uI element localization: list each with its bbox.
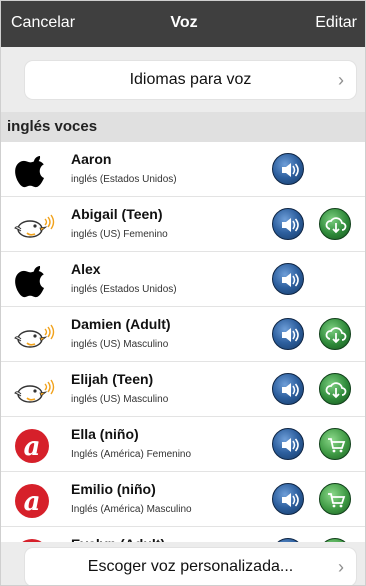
voice-description: inglés (US) Masculino — [71, 394, 169, 405]
voice-description: Inglés (América) Femenino — [71, 449, 192, 460]
choose-custom-voice-button[interactable]: Escoger voz personalizada... › — [25, 548, 356, 585]
voice-description: inglés (Estados Unidos) — [71, 284, 177, 295]
section-header: inglés voces — [1, 112, 365, 142]
play-sample-speaker-icon[interactable] — [272, 428, 304, 460]
voice-row[interactable]: aEvelyn (Adult) — [1, 527, 365, 542]
languages-for-voice-button[interactable]: Idiomas para voz › — [25, 61, 356, 99]
page-title: Voz — [170, 14, 198, 31]
apple-logo-icon — [13, 262, 55, 300]
voice-name: Alex — [71, 261, 101, 277]
voice-row[interactable]: Aaron inglés (Estados Unidos) — [1, 142, 365, 197]
voice-description: Inglés (América) Masculino — [71, 504, 192, 515]
play-sample-speaker-icon[interactable] — [272, 373, 304, 405]
custom-voice-area: Escoger voz personalizada... › — [1, 542, 365, 585]
acapela-logo-icon: a — [13, 482, 55, 520]
voice-description: inglés (US) Masculino — [71, 339, 169, 350]
play-sample-speaker-icon[interactable] — [272, 263, 304, 295]
chevron-right-icon: › — [338, 557, 344, 577]
voice-name: Aaron — [71, 151, 112, 167]
apple-logo-icon — [13, 152, 55, 190]
bird-logo-icon — [13, 372, 55, 410]
voice-row[interactable]: a Ella (niño) Inglés (América) Femenino — [1, 417, 365, 472]
navigation-bar: Cancelar Voz Editar — [1, 1, 365, 47]
voice-row[interactable]: Damien (Adult) inglés (US) Masculino — [1, 307, 365, 362]
edit-button[interactable]: Editar — [315, 14, 357, 32]
play-sample-speaker-icon[interactable] — [272, 318, 304, 350]
voice-name: Abigail (Teen) — [71, 206, 163, 222]
play-sample-speaker-icon[interactable] — [272, 208, 304, 240]
svg-text:a: a — [24, 487, 41, 517]
voice-row[interactable]: Alex inglés (Estados Unidos) — [1, 252, 365, 307]
acapela-logo-icon: a — [13, 427, 55, 465]
choose-custom-voice-label: Escoger voz personalizada... — [87, 558, 294, 575]
bird-logo-icon — [13, 317, 55, 355]
svg-text:a: a — [24, 432, 41, 462]
languages-for-voice-label: Idiomas para voz — [129, 71, 252, 88]
download-cloud-icon[interactable] — [319, 318, 351, 350]
shopping-cart-icon[interactable] — [319, 428, 351, 460]
voice-row[interactable]: Elijah (Teen) inglés (US) Masculino — [1, 362, 365, 417]
chevron-right-icon: › — [338, 70, 344, 90]
voice-description: inglés (Estados Unidos) — [71, 174, 177, 185]
voice-name: Damien (Adult) — [71, 316, 171, 332]
voice-name: Emilio (niño) — [71, 481, 156, 497]
bird-logo-icon — [13, 207, 55, 245]
voice-list[interactable]: Aaron inglés (Estados Unidos) Abigail (Tee… — [1, 142, 365, 542]
voice-description: inglés (US) Femenino — [71, 229, 168, 240]
voice-row[interactable]: a Emilio (niño) Inglés (América) Masculino — [1, 472, 365, 527]
voice-screen: Cancelar Voz Editar Idiomas para voz › i… — [0, 0, 366, 586]
languages-area: Idiomas para voz › — [1, 47, 365, 112]
play-sample-speaker-icon[interactable] — [272, 483, 304, 515]
voice-row[interactable]: Abigail (Teen) inglés (US) Femenino — [1, 197, 365, 252]
play-sample-speaker-icon[interactable] — [272, 153, 304, 185]
download-cloud-icon[interactable] — [319, 208, 351, 240]
download-cloud-icon[interactable] — [319, 373, 351, 405]
shopping-cart-icon[interactable] — [319, 483, 351, 515]
voice-name: Elijah (Teen) — [71, 371, 154, 387]
voice-name: Ella (niño) — [71, 426, 139, 442]
